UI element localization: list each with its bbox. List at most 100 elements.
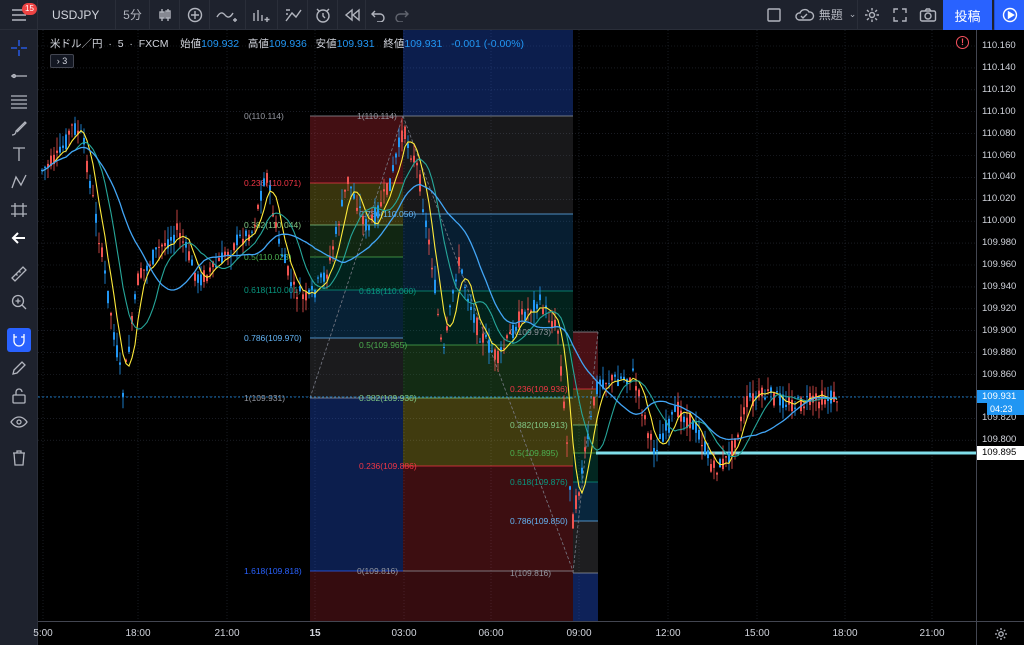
time-tick: 12:00 bbox=[655, 628, 681, 639]
drawing-toolbar bbox=[0, 30, 38, 645]
price-axis[interactable]: 110.160 110.140 110.120 110.100 110.080 110.0… bbox=[976, 30, 1024, 621]
candle-body bbox=[275, 222, 277, 228]
magnet-tool[interactable] bbox=[7, 328, 31, 352]
candle-body bbox=[209, 267, 211, 272]
fullscreen-button[interactable] bbox=[886, 0, 914, 30]
candle-body bbox=[182, 241, 184, 243]
redo-button[interactable] bbox=[390, 0, 414, 30]
candle-body bbox=[89, 180, 91, 189]
text-tool[interactable] bbox=[7, 142, 31, 166]
settings-button[interactable] bbox=[858, 0, 886, 30]
eye-icon bbox=[10, 416, 28, 428]
time-tick: 06:00 bbox=[478, 628, 504, 639]
candle-body bbox=[92, 195, 94, 197]
candle-body bbox=[698, 429, 700, 440]
ruler-tool[interactable] bbox=[7, 262, 31, 286]
stay-drawing-tool[interactable] bbox=[7, 356, 31, 380]
candle-body bbox=[377, 205, 379, 219]
time-tick: 15:00 bbox=[744, 628, 770, 639]
candle-body bbox=[62, 145, 64, 148]
visibility-tool[interactable] bbox=[7, 410, 31, 434]
legend-close-value: 109.931 bbox=[404, 38, 443, 50]
candle-body bbox=[134, 294, 136, 300]
candle-body bbox=[365, 219, 367, 231]
snapshot-button[interactable] bbox=[914, 0, 942, 30]
candle-body bbox=[611, 375, 613, 381]
candle-body bbox=[341, 199, 343, 207]
alert-button[interactable] bbox=[308, 0, 338, 30]
compare-button[interactable] bbox=[180, 0, 210, 30]
replay-button[interactable] bbox=[338, 0, 366, 30]
axis-settings-button[interactable] bbox=[976, 621, 1024, 645]
fib2-level-label: 0.236(109.886) bbox=[359, 461, 417, 471]
fib1-level-label: 0.618(110.001) bbox=[244, 285, 301, 295]
candle-body bbox=[305, 292, 307, 301]
legend-symbol-title: 米ドル／円 bbox=[50, 38, 103, 50]
candle-body bbox=[233, 243, 235, 251]
candle-body bbox=[257, 204, 259, 209]
fib2-level-label: 0.382(109.930) bbox=[359, 393, 417, 403]
candle-body bbox=[68, 130, 70, 135]
chart-type-button[interactable] bbox=[150, 0, 180, 30]
candle-body bbox=[659, 433, 661, 439]
candle-body bbox=[725, 456, 727, 458]
delete-tool[interactable] bbox=[7, 446, 31, 470]
candle-body bbox=[548, 320, 550, 322]
candle-body bbox=[635, 386, 637, 391]
candle-body bbox=[221, 252, 223, 264]
candle-body bbox=[473, 314, 475, 323]
candle-body bbox=[662, 433, 664, 442]
interval-selector[interactable]: 5分 bbox=[116, 0, 150, 30]
symbol-search[interactable]: USDJPY bbox=[38, 0, 116, 30]
fib2-level-label: 0.618(110.000) bbox=[359, 286, 416, 296]
publish-button[interactable]: 投稿 bbox=[943, 0, 992, 30]
candle-body bbox=[71, 124, 73, 126]
candle-body bbox=[110, 312, 112, 316]
candle-body bbox=[347, 176, 349, 185]
chevron-down-icon: ⌄ bbox=[848, 9, 857, 19]
candle-body bbox=[293, 281, 295, 285]
zoom-tool[interactable] bbox=[7, 290, 31, 314]
fib-tool[interactable] bbox=[7, 90, 31, 114]
financials-button[interactable] bbox=[246, 0, 278, 30]
pattern-tool[interactable] bbox=[7, 170, 31, 194]
menu-button[interactable]: 15 bbox=[0, 0, 38, 30]
candle-body bbox=[512, 325, 514, 339]
chart-pane[interactable]: 0(110.114) 0.236(110.071) 0.382(110.044) 0.… bbox=[38, 30, 976, 621]
undo-button[interactable] bbox=[366, 0, 390, 30]
trendline-tool[interactable] bbox=[7, 64, 31, 88]
indicators-toggle[interactable]: › 3 bbox=[50, 54, 74, 68]
candle-body bbox=[830, 390, 832, 404]
fib3-zone bbox=[573, 573, 598, 621]
candle-body bbox=[806, 396, 808, 398]
prediction-tool[interactable] bbox=[7, 198, 31, 222]
time-axis[interactable]: 5:00 18:00 21:00 15 03:00 06:00 09:00 12:00 15:0… bbox=[33, 621, 976, 645]
save-layout-button[interactable]: 無題 ⌄ bbox=[790, 0, 858, 30]
legend-close-label: 終値 bbox=[383, 38, 405, 50]
warning-icon[interactable]: ! bbox=[956, 36, 969, 49]
price-tick: 109.880 bbox=[982, 346, 1017, 358]
candle-body bbox=[653, 448, 655, 455]
current-price-label: 109.931 bbox=[977, 390, 1024, 403]
candle-body bbox=[218, 257, 220, 262]
back-tool[interactable] bbox=[7, 226, 31, 250]
fib1-zone bbox=[310, 116, 403, 183]
candle-body bbox=[83, 137, 85, 145]
fib3-level-label: 0.236(109.936) bbox=[510, 384, 568, 394]
brush-tool[interactable] bbox=[7, 116, 31, 140]
crosshair-tool[interactable] bbox=[7, 36, 31, 60]
gear-icon bbox=[865, 7, 879, 22]
indicators-button[interactable] bbox=[210, 0, 246, 30]
templates-button[interactable] bbox=[278, 0, 308, 30]
lock-tool[interactable] bbox=[7, 384, 31, 408]
candle-body bbox=[554, 319, 556, 327]
candle-body bbox=[638, 389, 640, 397]
candle-body bbox=[788, 397, 790, 405]
play-button[interactable] bbox=[994, 0, 1024, 30]
candle-body bbox=[311, 286, 313, 290]
layout-button[interactable] bbox=[760, 0, 788, 30]
unlock-icon bbox=[12, 388, 26, 404]
candle-body bbox=[98, 242, 100, 245]
candle-body bbox=[515, 326, 517, 331]
price-tick: 110.120 bbox=[982, 83, 1016, 95]
